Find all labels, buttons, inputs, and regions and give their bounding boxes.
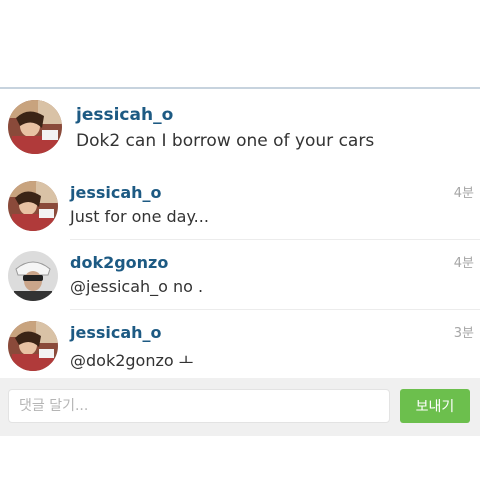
comment-input[interactable] — [8, 389, 390, 423]
comment-username[interactable]: jessicah_o — [70, 183, 162, 202]
comment-avatar[interactable] — [8, 251, 58, 301]
caption-username[interactable]: jessicah_o — [76, 105, 173, 125]
comment-item: jessicah_o @dok2gonzo ㅗ 3분 — [0, 313, 480, 379]
comment-avatar[interactable] — [8, 181, 58, 231]
comment-timestamp: 3분 — [453, 326, 474, 341]
caption-avatar[interactable] — [8, 100, 62, 154]
comment-timestamp: 4분 — [453, 186, 474, 201]
comment-divider — [70, 309, 480, 310]
comment-item: dok2gonzo @jessicah_o no . 4분 — [0, 243, 480, 309]
comment-divider — [70, 239, 480, 240]
post-caption: jessicah_o Dok2 can I borrow one of your… — [0, 89, 480, 169]
caption-text: Dok2 can I borrow one of your cars — [76, 131, 375, 151]
comment-username[interactable]: jessicah_o — [70, 323, 162, 342]
comment-text: @jessicah_o no . — [70, 277, 204, 296]
comment-input-bar: 보내기 — [0, 378, 480, 436]
comment-text: Just for one day... — [70, 207, 209, 226]
comment-avatar[interactable] — [8, 321, 58, 371]
comment-text: @dok2gonzo ㅗ — [70, 351, 194, 370]
send-button[interactable]: 보내기 — [400, 389, 470, 423]
comment-username[interactable]: dok2gonzo — [70, 253, 168, 272]
comment-timestamp: 4분 — [453, 256, 474, 271]
comment-item: jessicah_o Just for one day... 4분 — [0, 173, 480, 239]
